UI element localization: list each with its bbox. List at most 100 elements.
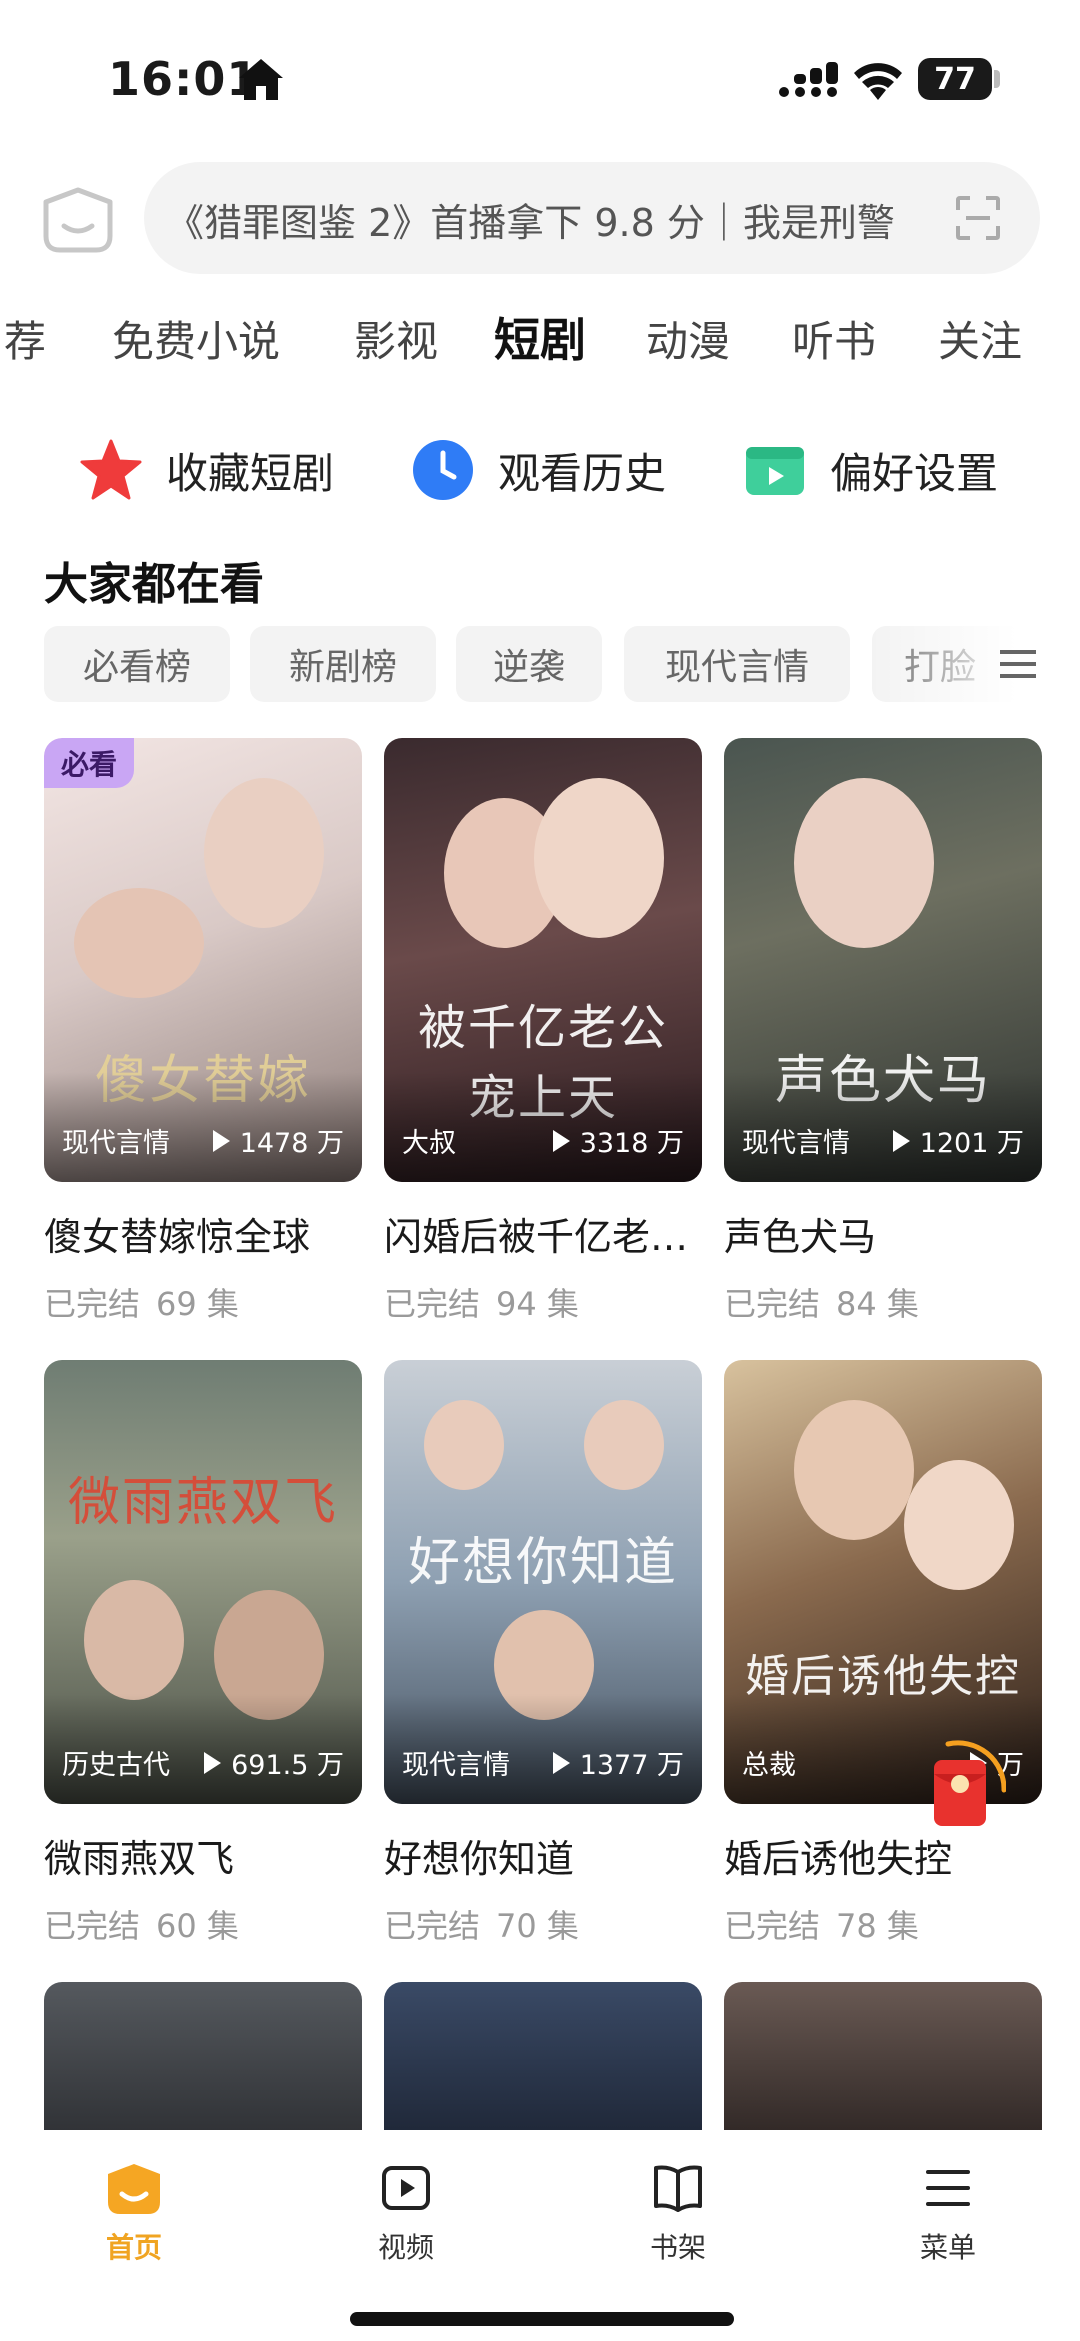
drama-status: 已完结 <box>724 1907 821 1945</box>
drama-episodes: 78 集 <box>836 1907 919 1945</box>
drama-poster[interactable]: 婚后诱他失控 总裁 万 <box>724 1360 1042 1804</box>
play-icon <box>204 1751 222 1774</box>
drama-episodes: 94 集 <box>496 1285 579 1323</box>
drama-poster[interactable]: 声色犬马 现代言情 1201 万 <box>724 738 1042 1182</box>
nav-bookshelf-label: 书架 <box>649 2231 706 2264</box>
genre-label: 历史古代 <box>62 1750 170 1781</box>
status-bar: 16:01 77 <box>0 0 1080 150</box>
drama-card[interactable]: 婚后诱他失控 总裁 万 婚后诱他失控 已完结 78 集 <box>724 1360 1042 1947</box>
chip-fade <box>870 620 1080 710</box>
folder-play-icon <box>746 447 804 495</box>
app-logo-icon[interactable] <box>42 186 114 254</box>
play-count: 3318 万 <box>552 1121 684 1160</box>
play-count-value: 1478 万 <box>239 1128 344 1159</box>
play-icon <box>552 1129 570 1152</box>
poster-figure <box>74 888 204 998</box>
drama-poster-peek[interactable] <box>384 1982 702 2142</box>
drama-meta: 已完结 78 集 <box>724 1901 1042 1947</box>
chip-new[interactable]: 新剧榜 <box>250 626 436 702</box>
chip-must-watch[interactable]: 必看榜 <box>44 626 230 702</box>
tab-short-drama[interactable]: 短剧 <box>494 304 586 370</box>
video-icon <box>382 2166 430 2210</box>
drama-title[interactable]: 好想你知道 <box>384 1828 702 1883</box>
drama-poster-peek[interactable] <box>44 1982 362 2142</box>
chip-comeback[interactable]: 逆袭 <box>456 626 602 702</box>
genre-label: 大叔 <box>402 1128 456 1159</box>
drama-episodes: 70 集 <box>496 1907 579 1945</box>
drama-poster-peek[interactable] <box>724 1982 1042 2142</box>
home-icon <box>108 2164 160 2214</box>
tab-film[interactable]: 影视 <box>354 308 438 369</box>
chip-modern-romance[interactable]: 现代言情 <box>624 626 850 702</box>
drama-status: 已完结 <box>44 1907 141 1945</box>
drama-card[interactable]: 声色犬马 现代言情 1201 万 声色犬马 已完结 84 集 <box>724 738 1042 1325</box>
scan-icon[interactable] <box>954 194 1002 242</box>
menu-icon <box>926 2170 970 2206</box>
poster-title-art: 微雨燕双飞 <box>67 1473 338 1533</box>
battery-indicator: 77 <box>918 58 992 100</box>
tab-audiobook[interactable]: 听书 <box>792 308 876 369</box>
drama-title[interactable]: 微雨燕双飞 <box>44 1828 362 1883</box>
drama-poster[interactable]: 好想你知道 现代言情 1377 万 <box>384 1360 702 1804</box>
drama-card[interactable]: 微雨燕双飞 历史古代 691.5 万 微雨燕双飞 已完结 60 集 <box>44 1360 362 1947</box>
book-icon <box>654 2165 702 2212</box>
drama-title[interactable]: 傻女替嫁惊全球 <box>44 1206 362 1261</box>
drama-card[interactable]: 傻女替嫁 必看 现代言情 1478 万 傻女替嫁惊全球 已完结 69 集 <box>44 738 362 1325</box>
drama-status: 已完结 <box>384 1907 481 1945</box>
tab-free-novels[interactable]: 免费小说 <box>112 308 280 369</box>
drama-meta: 已完结 60 集 <box>44 1901 362 1947</box>
poster-figure <box>84 1580 184 1700</box>
drama-card[interactable]: 被千亿老公宠上天 大叔 3318 万 闪婚后被千亿老… 已完结 94 集 <box>384 738 702 1325</box>
poster-figure <box>584 1400 664 1490</box>
red-envelope-icon[interactable] <box>928 1740 1006 1840</box>
drama-poster[interactable]: 微雨燕双飞 历史古代 691.5 万 <box>44 1360 362 1804</box>
genre-label: 现代言情 <box>62 1128 170 1159</box>
drama-card[interactable]: 好想你知道 现代言情 1377 万 好想你知道 已完结 70 集 <box>384 1360 702 1947</box>
search-bar[interactable]: 《猎罪图鉴 2》首播拿下 9.8 分｜我是刑警 <box>144 162 1040 274</box>
play-icon <box>552 1751 570 1774</box>
drama-episodes: 69 集 <box>156 1285 239 1323</box>
must-watch-badge: 必看 <box>44 738 134 788</box>
nav-video-label: 视频 <box>377 2231 434 2264</box>
home-status-icon <box>239 59 283 100</box>
drama-episodes: 84 集 <box>836 1285 919 1323</box>
play-count: 691.5 万 <box>204 1743 344 1782</box>
search-placeholder: 《猎罪图鉴 2》首播拿下 9.8 分｜我是刑警 <box>166 201 895 245</box>
genre-label: 现代言情 <box>742 1128 850 1159</box>
favorites-shortcut[interactable]: 收藏短剧 <box>78 430 334 510</box>
genre-label: 现代言情 <box>402 1750 510 1781</box>
poster-figure <box>424 1400 504 1490</box>
drama-meta: 已完结 94 集 <box>384 1279 702 1325</box>
nav-video[interactable]: 视频 <box>336 2160 476 2266</box>
clock-icon <box>413 440 473 500</box>
drama-title[interactable]: 闪婚后被千亿老… <box>384 1206 702 1261</box>
preferences-label: 偏好设置 <box>830 448 999 498</box>
nav-bookshelf[interactable]: 书架 <box>608 2160 748 2266</box>
drama-status: 已完结 <box>44 1285 141 1323</box>
nav-home[interactable]: 首页 <box>64 2160 204 2266</box>
drama-poster[interactable]: 被千亿老公宠上天 大叔 3318 万 <box>384 738 702 1182</box>
drama-meta: 已完结 69 集 <box>44 1279 362 1325</box>
drama-status: 已完结 <box>724 1285 821 1323</box>
play-count-value: 691.5 万 <box>231 1750 344 1781</box>
section-title: 大家都在看 <box>44 559 264 610</box>
play-count-value: 1201 万 <box>919 1128 1024 1159</box>
drama-meta: 已完结 84 集 <box>724 1279 1042 1325</box>
play-count-value: 1377 万 <box>579 1750 684 1781</box>
poster-figure <box>534 778 664 938</box>
preferences-shortcut[interactable]: 偏好设置 <box>742 430 998 510</box>
drama-title[interactable]: 声色犬马 <box>724 1206 1042 1261</box>
chip-list-icon[interactable] <box>1000 648 1036 680</box>
play-count: 1377 万 <box>552 1743 684 1782</box>
drama-meta: 已完结 70 集 <box>384 1901 702 1947</box>
drama-poster[interactable]: 傻女替嫁 必看 现代言情 1478 万 <box>44 738 362 1182</box>
poster-figure <box>904 1460 1014 1590</box>
tab-follow[interactable]: 关注 <box>938 308 1022 369</box>
play-count: 1478 万 <box>212 1121 344 1160</box>
tab-anime[interactable]: 动漫 <box>646 308 730 369</box>
history-shortcut[interactable]: 观看历史 <box>410 430 666 510</box>
favorites-label: 收藏短剧 <box>166 448 335 498</box>
wifi-icon <box>854 63 902 100</box>
nav-menu[interactable]: 菜单 <box>878 2160 1018 2266</box>
tab-recommend[interactable]: 荐 <box>4 308 46 369</box>
